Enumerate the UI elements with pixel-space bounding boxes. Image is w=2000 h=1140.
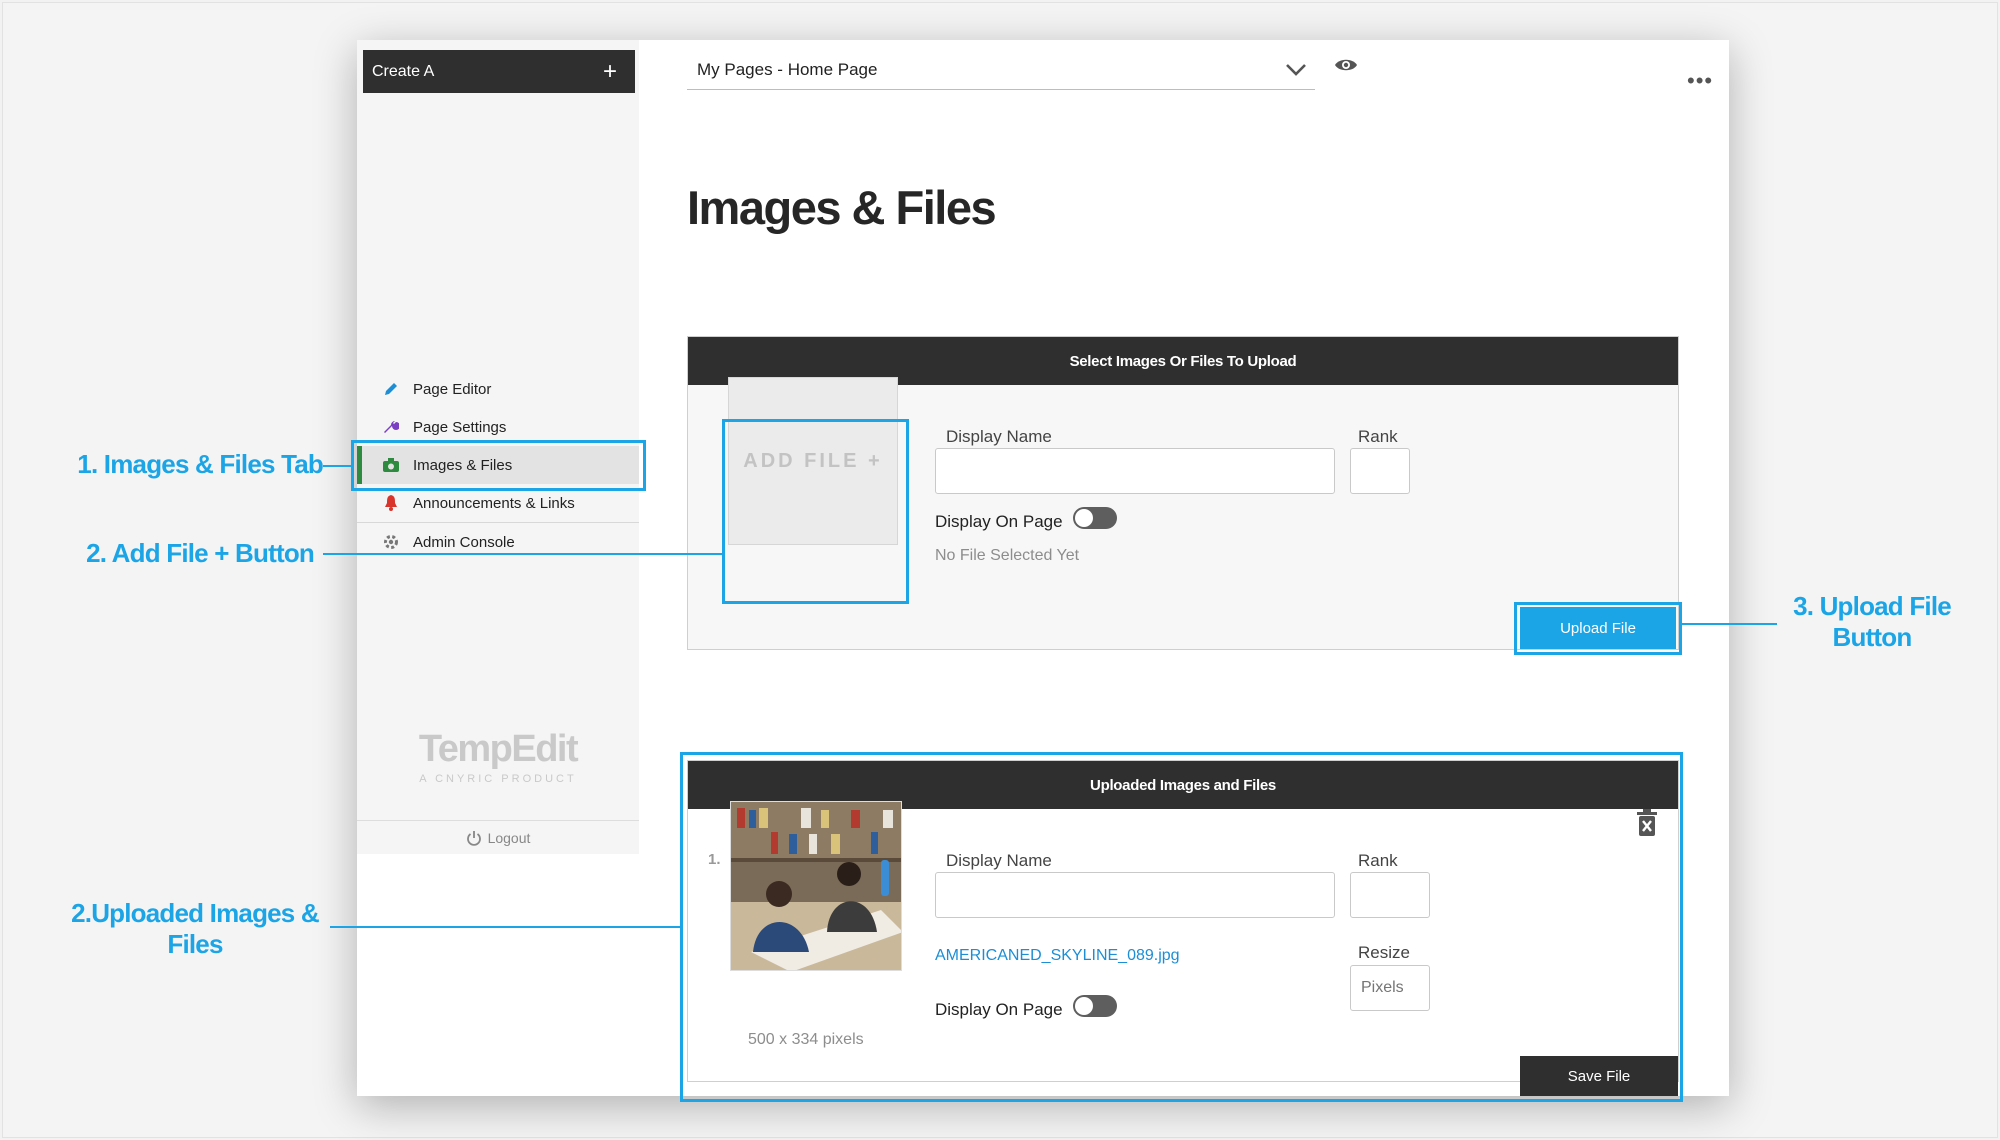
- rank-input[interactable]: [1350, 448, 1410, 494]
- annotation-label-upload-file: 3. Upload File Button: [1793, 591, 1952, 652]
- bell-icon: [382, 494, 400, 512]
- logout-button[interactable]: Logout: [357, 820, 639, 854]
- chevron-down-icon: [1286, 63, 1306, 76]
- brand-logo: TempEdit A CNYRIC PRODUCT: [357, 728, 639, 785]
- create-button-label: Create A: [372, 62, 435, 80]
- page-select-dropdown[interactable]: My Pages - Home Page: [687, 50, 1315, 90]
- display-on-page-label: Display On Page: [935, 512, 1063, 531]
- page-select-value: My Pages - Home Page: [697, 59, 878, 79]
- wrench-icon: [382, 418, 400, 436]
- eye-icon[interactable]: [1334, 57, 1358, 73]
- rank-label: Rank: [1358, 427, 1398, 446]
- annotation-box-add-file: [722, 419, 909, 604]
- display-name-input[interactable]: [935, 448, 1335, 494]
- annotation-label-add-file: 2. Add File + Button: [86, 538, 315, 568]
- annotation-label-uploaded-files: 2.Uploaded Images & Files: [71, 898, 320, 959]
- gear-icon: [382, 533, 400, 551]
- display-on-page-toggle[interactable]: [1072, 507, 1117, 529]
- sidebar-item-admin-console[interactable]: Admin Console: [357, 523, 639, 561]
- annotation-label-images-files-tab: 1. Images & Files Tab: [77, 449, 324, 479]
- create-button[interactable]: Create A +: [363, 50, 635, 93]
- pencil-icon: [382, 380, 400, 398]
- sidebar-item-label: Page Settings: [413, 418, 507, 436]
- power-icon: [466, 830, 481, 846]
- no-file-selected-text: No File Selected Yet: [935, 547, 1080, 564]
- sidebar-item-label: Announcements & Links: [413, 494, 575, 512]
- display-on-page-row: Display On Page: [935, 507, 1117, 533]
- annotation-box-upload-file: [1514, 602, 1682, 655]
- annotation-line: [323, 465, 351, 467]
- sidebar-item-label: Admin Console: [413, 533, 515, 551]
- annotation-line: [1682, 623, 1777, 625]
- logout-label: Logout: [487, 829, 531, 846]
- page-title: Images & Files: [687, 181, 997, 234]
- sidebar-item-page-editor[interactable]: Page Editor: [357, 370, 639, 408]
- plus-icon: +: [602, 57, 617, 85]
- display-name-label: Display Name: [946, 427, 1052, 446]
- brand-tagline: A CNYRIC PRODUCT: [419, 773, 577, 785]
- annotation-box-uploaded-files: [680, 752, 1683, 1102]
- annotation-line: [330, 926, 680, 928]
- brand-name: TempEdit: [418, 728, 579, 770]
- annotation-line: [323, 553, 722, 555]
- sidebar-item-label: Page Editor: [413, 380, 492, 398]
- more-options-icon[interactable]: •••: [1687, 70, 1713, 92]
- annotation-box-images-files-tab: [351, 440, 646, 491]
